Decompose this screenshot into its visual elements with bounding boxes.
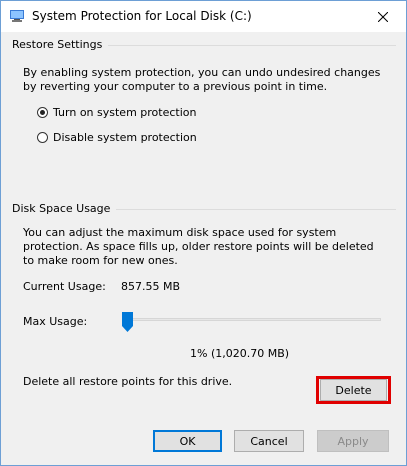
system-protection-dialog: System Protection for Local Disk (C:) Re…	[0, 0, 407, 466]
disk-space-description: You can adjust the maximum disk space us…	[23, 226, 374, 267]
delete-highlight-box	[316, 376, 391, 404]
disable-protection-label: Disable system protection	[53, 131, 197, 144]
current-usage-label: Current Usage:	[23, 280, 106, 293]
turn-on-protection-radio[interactable]: Turn on system protection	[37, 106, 196, 119]
max-usage-slider-track[interactable]	[124, 318, 381, 321]
current-usage-value: 857.55 MB	[121, 280, 181, 293]
max-usage-slider-thumb[interactable]	[122, 312, 134, 332]
turn-on-protection-label: Turn on system protection	[53, 106, 197, 119]
disable-protection-radio[interactable]: Disable system protection	[37, 131, 197, 144]
title-bar[interactable]: System Protection for Local Disk (C:)	[1, 1, 406, 32]
close-icon	[378, 11, 388, 22]
ok-button[interactable]: OK	[153, 430, 222, 452]
apply-button[interactable]: Apply	[317, 430, 389, 452]
window-title: System Protection for Local Disk (C:)	[32, 9, 252, 23]
radio-checked-icon	[37, 107, 48, 118]
system-properties-icon	[10, 10, 24, 22]
radio-unchecked-icon	[37, 132, 48, 143]
cancel-button[interactable]: Cancel	[234, 430, 304, 452]
restore-settings-heading: Restore Settings	[12, 38, 109, 51]
close-button[interactable]	[360, 1, 406, 32]
max-usage-caption: 1% (1,020.70 MB)	[190, 347, 290, 360]
delete-restore-points-text: Delete all restore points for this drive…	[23, 375, 233, 388]
disk-space-heading: Disk Space Usage	[12, 202, 117, 215]
max-usage-label: Max Usage:	[23, 315, 88, 328]
restore-settings-description: By enabling system protection, you can u…	[23, 66, 381, 93]
